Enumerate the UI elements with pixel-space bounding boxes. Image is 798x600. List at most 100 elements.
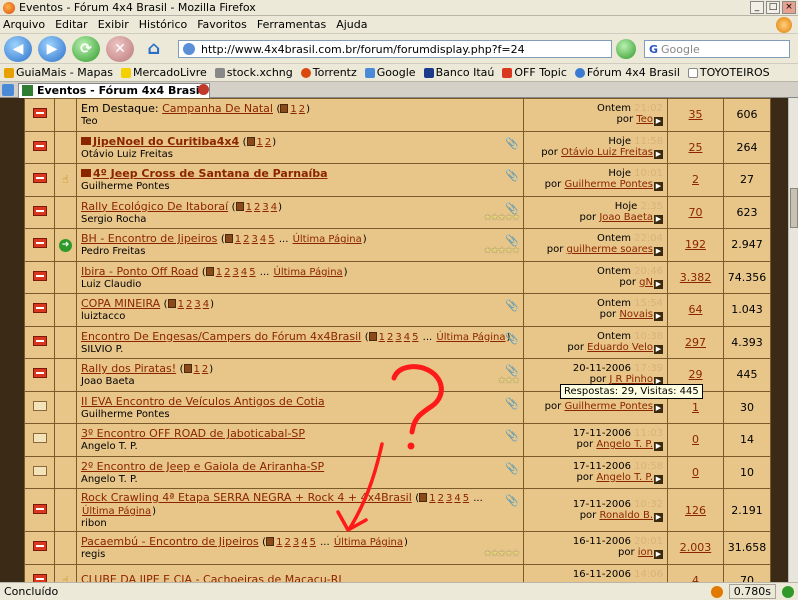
last-post-user-link[interactable]: Joao Baeta	[599, 212, 653, 223]
bookmark-guiamais[interactable]: GuiaMais - Mapas	[4, 66, 113, 79]
last-page-link[interactable]: Última Página	[436, 332, 505, 343]
menu-ferramentas[interactable]: Ferramentas	[257, 18, 326, 31]
page-link[interactable]: 1	[276, 537, 282, 548]
thread-author[interactable]: Luiz Claudio	[81, 279, 519, 290]
close-button[interactable]: ×	[782, 1, 796, 14]
page-link[interactable]: 1	[235, 234, 241, 245]
page-link[interactable]: 4	[203, 299, 209, 310]
page-link[interactable]: 3	[262, 202, 268, 213]
go-to-last-post-icon[interactable]: ▶	[654, 247, 663, 257]
page-link[interactable]: 2	[299, 104, 305, 115]
replies-count[interactable]: 1	[692, 401, 699, 414]
bookmark-torrentz[interactable]: Torrentz	[300, 66, 357, 79]
page-link[interactable]: 5	[463, 493, 469, 504]
last-page-link[interactable]: Última Página	[274, 267, 343, 278]
thread-author[interactable]: Angelo T. P.	[81, 474, 519, 485]
replies-count[interactable]: 3.382	[680, 271, 712, 284]
page-link[interactable]: 3	[395, 332, 401, 343]
page-link[interactable]: 1	[429, 493, 435, 504]
page-link[interactable]: 2	[265, 137, 271, 148]
tab-eventos[interactable]: Eventos - Fórum 4x4 Brasil	[18, 83, 211, 98]
thread-title-link[interactable]: 4º Jeep Cross de Santana de Parnaíba	[93, 167, 328, 180]
vertical-scrollbar[interactable]	[788, 98, 798, 582]
page-link[interactable]: 1	[290, 104, 296, 115]
bookmark-toyoteiros[interactable]: TOYOTEIROS	[687, 66, 770, 79]
bookmark-google[interactable]: Google	[364, 66, 416, 79]
maximize-button[interactable]: □	[766, 1, 780, 14]
last-post-user-link[interactable]: guilherme soares	[567, 244, 653, 255]
thread-author[interactable]: regis	[81, 549, 519, 560]
thread-author[interactable]: ribon	[81, 518, 519, 529]
replies-count[interactable]: 29	[689, 368, 703, 381]
replies-count[interactable]: 297	[685, 336, 706, 349]
last-post-user-link[interactable]: Otávio Luiz Freitas	[561, 147, 653, 158]
page-link[interactable]: 2	[387, 332, 393, 343]
last-post-user-link[interactable]: Angelo T. P.	[596, 472, 653, 483]
thread-author[interactable]: Pedro Freitas	[81, 246, 519, 257]
replies-count[interactable]: 126	[685, 504, 706, 517]
menu-historico[interactable]: Histórico	[139, 18, 187, 31]
thread-title-link[interactable]: BH - Encontro de Jipeiros	[81, 232, 217, 245]
replies-count[interactable]: 0	[692, 433, 699, 446]
go-to-last-post-icon[interactable]: ▶	[654, 442, 663, 452]
go-to-last-post-icon[interactable]: ▶	[654, 512, 663, 522]
page-link[interactable]: 3	[194, 299, 200, 310]
thread-title-link[interactable]: 2º Encontro de Jeep e Gaiola de Ariranha…	[81, 460, 324, 473]
go-to-last-post-icon[interactable]: ▶	[654, 279, 663, 289]
thread-title-link[interactable]: Ibira - Ponto Off Road	[81, 265, 198, 278]
bookmark-forum-4x4[interactable]: Fórum 4x4 Brasil	[574, 66, 680, 79]
bookmark-off-topic[interactable]: OFF Topic	[502, 66, 567, 79]
thread-title-link[interactable]: Rally dos Piratas!	[81, 362, 176, 375]
page-link[interactable]: 2	[243, 234, 249, 245]
page-link[interactable]: 5	[310, 537, 316, 548]
thread-author[interactable]: Guilherme Pontes	[81, 181, 519, 192]
page-link[interactable]: 4	[241, 267, 247, 278]
last-post-user-link[interactable]: ion	[638, 547, 653, 558]
thread-title-link[interactable]: Rally Ecológico De Itaboraí	[81, 200, 228, 213]
menu-arquivo[interactable]: Arquivo	[3, 18, 45, 31]
page-link[interactable]: 2	[254, 202, 260, 213]
menu-editar[interactable]: Editar	[55, 18, 88, 31]
home-button[interactable]: ⌂	[140, 36, 168, 62]
replies-count[interactable]: 0	[692, 466, 699, 479]
go-to-last-post-icon[interactable]: ▶	[654, 344, 663, 354]
thread-title-link[interactable]: II EVA Encontro de Veículos Antigos de C…	[81, 395, 325, 408]
thread-title-link[interactable]: Pacaembú - Encontro de Jipeiros	[81, 535, 259, 548]
thread-title-link[interactable]: 3º Encontro OFF ROAD de Jaboticabal-SP	[81, 427, 305, 440]
last-page-link[interactable]: Última Página	[293, 234, 362, 245]
url-bar[interactable]: http://www.4x4brasil.com.br/forum/forumd…	[178, 40, 612, 58]
thread-author[interactable]: Otávio Luiz Freitas	[81, 149, 519, 160]
page-link[interactable]: 1	[257, 137, 263, 148]
go-to-last-post-icon[interactable]: ▶	[654, 149, 663, 159]
page-link[interactable]: 5	[249, 267, 255, 278]
page-link[interactable]: 2	[438, 493, 444, 504]
stop-button[interactable]: ✕	[106, 35, 134, 62]
last-post-user-link[interactable]: Angelo T. P.	[596, 439, 653, 450]
page-link[interactable]: 3	[252, 234, 258, 245]
page-link[interactable]: 3	[446, 493, 452, 504]
bookmark-banco-itau[interactable]: Banco Itaú	[423, 66, 494, 79]
thread-author[interactable]: Sergio Rocha	[81, 214, 519, 225]
page-link[interactable]: 5	[268, 234, 274, 245]
go-to-last-post-icon[interactable]: ▶	[654, 214, 663, 224]
go-to-last-post-icon[interactable]: ▶	[654, 312, 663, 322]
replies-count[interactable]: 2	[692, 173, 699, 186]
back-button[interactable]: ◀	[4, 35, 32, 62]
go-button[interactable]	[616, 39, 636, 59]
go-to-last-post-icon[interactable]: ▶	[654, 404, 663, 414]
last-post-user-link[interactable]: Eduardo Velo	[587, 342, 653, 353]
page-link[interactable]: 1	[379, 332, 385, 343]
thread-author[interactable]: Angelo T. P.	[81, 441, 519, 452]
thread-author[interactable]: SILVIO P.	[81, 344, 519, 355]
thread-title-link[interactable]: JipeNoel do Curitiba4x4	[93, 135, 239, 148]
replies-count[interactable]: 64	[689, 303, 703, 316]
page-link[interactable]: 3	[232, 267, 238, 278]
last-post-user-link[interactable]: Guilherme Pontes	[564, 401, 653, 412]
last-post-user-link[interactable]: Ronaldo B.	[599, 510, 653, 521]
forward-button[interactable]: ▶	[38, 35, 66, 62]
last-post-user-link[interactable]: Guilherme Pontes	[564, 179, 653, 190]
thread-title-link[interactable]: Campanha De Natal	[162, 102, 273, 115]
replies-count[interactable]: 4	[692, 574, 699, 582]
page-link[interactable]: 3	[293, 537, 299, 548]
page-link[interactable]: 1	[246, 202, 252, 213]
